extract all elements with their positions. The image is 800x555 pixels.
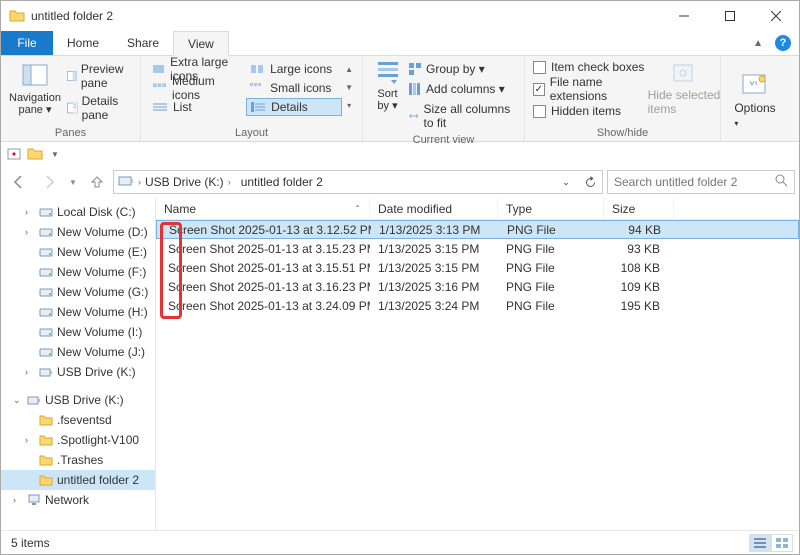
folder-icon xyxy=(9,8,25,24)
status-bar: 5 items xyxy=(1,530,799,554)
ribbon: Navigation pane ▾ Preview pane Details p… xyxy=(1,56,799,142)
ribbon-collapse-icon[interactable]: ▲ xyxy=(753,38,763,49)
qat-dropdown-icon[interactable]: ▼ xyxy=(51,150,59,159)
address-bar-row: ▼ › USB Drive (K:)› untitled folder 2 ⌄ xyxy=(1,166,799,198)
window-title: untitled folder 2 xyxy=(31,9,113,23)
back-button[interactable] xyxy=(5,169,33,195)
search-input[interactable] xyxy=(614,175,788,189)
properties-icon[interactable] xyxy=(7,147,21,161)
tree-item[interactable]: ›Local Disk (C:) xyxy=(1,202,155,222)
tree-item[interactable]: .Trashes xyxy=(1,450,155,470)
tree-item[interactable]: ›USB Drive (K:) xyxy=(1,362,155,382)
search-box[interactable] xyxy=(607,170,795,194)
sort-by-button[interactable]: Sort by ▾ xyxy=(371,60,404,132)
title-bar: untitled folder 2 xyxy=(1,1,799,31)
file-row[interactable]: Screen Shot 2025-01-13 at 3.12.52 PM.png… xyxy=(156,220,799,239)
layout-small-icons[interactable]: Small icons xyxy=(246,79,342,97)
tree-item[interactable]: ⌄USB Drive (K:) xyxy=(1,390,155,410)
file-list[interactable]: Screen Shot 2025-01-13 at 3.12.52 PM.png… xyxy=(156,220,799,530)
navigation-pane-button[interactable]: Navigation pane ▾ xyxy=(9,60,61,124)
ribbon-group-current-view: Sort by ▾ Group by ▾ Add columns ▾ Size … xyxy=(363,56,525,141)
close-button[interactable] xyxy=(753,1,799,31)
preview-pane-button[interactable]: Preview pane xyxy=(67,60,132,92)
hidden-items-toggle[interactable]: Hidden items xyxy=(533,104,650,118)
layout-details[interactable]: Details xyxy=(246,98,342,116)
help-icon[interactable]: ? xyxy=(775,35,791,51)
tree-item[interactable]: New Volume (H:) xyxy=(1,302,155,322)
layout-large-icons[interactable]: Large icons xyxy=(246,60,342,78)
usb-drive-icon xyxy=(118,174,134,188)
column-header-type[interactable]: Type xyxy=(498,198,604,219)
file-row[interactable]: Screen Shot 2025-01-13 at 3.24.09 PM.png… xyxy=(156,296,799,315)
ribbon-group-panes: Navigation pane ▾ Preview pane Details p… xyxy=(1,56,141,141)
maximize-button[interactable] xyxy=(707,1,753,31)
ribbon-group-options: Options▾ xyxy=(721,56,799,141)
breadcrumb-segment[interactable]: untitled folder 2 xyxy=(237,175,327,189)
up-button[interactable] xyxy=(83,169,111,195)
tab-file[interactable]: File xyxy=(1,31,53,55)
explorer-window: untitled folder 2 File Home Share View ▲… xyxy=(0,0,800,555)
layout-medium-icons[interactable]: Medium icons xyxy=(149,79,245,97)
minimize-button[interactable] xyxy=(661,1,707,31)
tree-item[interactable]: .fseventsd xyxy=(1,410,155,430)
tree-item[interactable]: New Volume (F:) xyxy=(1,262,155,282)
details-view-button[interactable] xyxy=(749,534,771,552)
ribbon-tabs: File Home Share View ▲ ? xyxy=(1,31,799,56)
tree-item[interactable]: New Volume (E:) xyxy=(1,242,155,262)
address-bar[interactable]: › USB Drive (K:)› untitled folder 2 ⌄ xyxy=(113,170,603,194)
file-row[interactable]: Screen Shot 2025-01-13 at 3.15.23 PM.png… xyxy=(156,239,799,258)
tree-item[interactable]: New Volume (I:) xyxy=(1,322,155,342)
tab-share[interactable]: Share xyxy=(113,31,173,55)
file-row[interactable]: Screen Shot 2025-01-13 at 3.16.23 PM.png… xyxy=(156,277,799,296)
column-header-name[interactable]: Name⌃ xyxy=(156,198,370,219)
file-name-extensions-toggle[interactable]: ✓File name extensions xyxy=(533,75,650,103)
ribbon-group-layout: Extra large iconsLarge iconsMedium icons… xyxy=(141,56,363,141)
tree-item[interactable]: ›New Volume (D:) xyxy=(1,222,155,242)
group-by-button[interactable]: Group by ▾ xyxy=(408,60,516,78)
tree-item[interactable]: New Volume (J:) xyxy=(1,342,155,362)
details-pane-button[interactable]: Details pane xyxy=(67,92,132,124)
tab-view[interactable]: View xyxy=(173,31,229,56)
search-icon xyxy=(775,174,788,190)
tree-item[interactable]: New Volume (G:) xyxy=(1,282,155,302)
tab-home[interactable]: Home xyxy=(53,31,113,55)
annotation-highlight-box xyxy=(160,222,182,319)
address-dropdown-button[interactable]: ⌄ xyxy=(554,171,578,193)
forward-button[interactable] xyxy=(35,169,63,195)
status-text: 5 items xyxy=(11,536,50,550)
quick-access-row: ▼ xyxy=(1,142,799,166)
file-list-pane: Name⌃Date modifiedTypeSize Screen Shot 2… xyxy=(156,198,799,530)
column-header-date-modified[interactable]: Date modified xyxy=(370,198,498,219)
ribbon-group-show-hide: Item check boxes ✓File name extensions H… xyxy=(525,56,721,141)
layout-expand[interactable]: ▾ xyxy=(344,96,354,114)
tree-item[interactable]: ›.Spotlight-V100 xyxy=(1,430,155,450)
layout-list[interactable]: List xyxy=(149,98,245,116)
size-columns-button[interactable]: Size all columns to fit xyxy=(408,100,516,132)
new-folder-icon[interactable] xyxy=(27,147,43,161)
options-button[interactable]: Options▾ xyxy=(729,71,781,129)
add-columns-button[interactable]: Add columns ▾ xyxy=(408,80,516,98)
content-area: ›Local Disk (C:)›New Volume (D:)New Volu… xyxy=(1,198,799,530)
refresh-button[interactable] xyxy=(578,171,602,193)
file-row[interactable]: Screen Shot 2025-01-13 at 3.15.51 PM.png… xyxy=(156,258,799,277)
recent-locations-button[interactable]: ▼ xyxy=(65,169,81,195)
navigation-tree[interactable]: ›Local Disk (C:)›New Volume (D:)New Volu… xyxy=(1,198,156,530)
layout-scroll-up[interactable]: ▲ xyxy=(344,60,354,78)
tree-item[interactable]: untitled folder 2 xyxy=(1,470,155,490)
hide-selected-button[interactable]: Hide selected items xyxy=(656,60,712,118)
column-headers[interactable]: Name⌃Date modifiedTypeSize xyxy=(156,198,799,220)
breadcrumb-segment[interactable]: USB Drive (K:)› xyxy=(141,175,237,189)
item-check-boxes-toggle[interactable]: Item check boxes xyxy=(533,60,650,74)
thumbnails-view-button[interactable] xyxy=(771,534,793,552)
tree-item[interactable]: ›Network xyxy=(1,490,155,510)
column-header-size[interactable]: Size xyxy=(604,198,674,219)
layout-scroll-down[interactable]: ▼ xyxy=(344,78,354,96)
